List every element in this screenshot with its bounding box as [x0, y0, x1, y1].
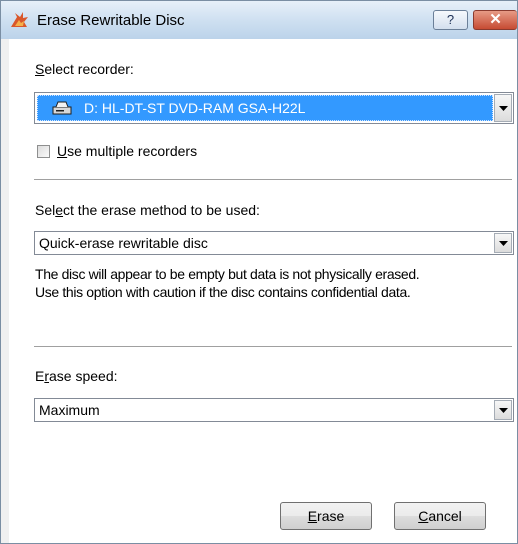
recorder-selected-item: D: HL-DT-ST DVD-RAM GSA-H22L — [37, 95, 493, 121]
help-button[interactable]: ? — [433, 10, 468, 30]
recorder-dropdown[interactable]: D: HL-DT-ST DVD-RAM GSA-H22L — [34, 92, 514, 124]
erase-method-value: Quick-erase rewritable disc — [39, 235, 208, 251]
erase-speed-label: Erase speed: — [35, 368, 118, 384]
nero-flame-icon — [11, 12, 28, 27]
multiple-recorders-label[interactable]: Use multiple recorders — [57, 143, 197, 159]
cancel-button[interactable]: Cancel — [394, 502, 486, 530]
description-line-2: Use this option with caution if the disc… — [35, 284, 411, 300]
erase-speed-value: Maximum — [39, 402, 100, 418]
close-button[interactable]: ✕ — [473, 10, 517, 30]
recorder-dropdown-arrow[interactable] — [494, 94, 512, 122]
separator — [34, 179, 512, 181]
erase-button[interactable]: Erase — [280, 502, 372, 530]
window-title: Erase Rewritable Disc — [37, 12, 185, 29]
erase-disc-dialog: Erase Rewritable Disc ? ✕ Select recorde… — [0, 0, 518, 544]
separator — [34, 346, 512, 348]
chevron-down-icon — [499, 408, 508, 413]
description-line-1: The disc will appear to be empty but dat… — [35, 266, 420, 282]
erase-method-dropdown[interactable]: Quick-erase rewritable disc — [34, 231, 514, 255]
title-bar[interactable]: Erase Rewritable Disc ? ✕ — [1, 1, 517, 39]
erase-speed-dropdown-arrow[interactable] — [494, 400, 512, 420]
erase-speed-dropdown[interactable]: Maximum — [34, 398, 514, 422]
chevron-down-icon — [499, 241, 508, 246]
select-recorder-label: Select recorder: — [35, 61, 134, 77]
multiple-recorders-checkbox[interactable] — [37, 145, 50, 158]
dialog-client-area: Select recorder: D: HL-DT-ST DVD-RAM GSA… — [9, 39, 517, 543]
recorder-selected-text: D: HL-DT-ST DVD-RAM GSA-H22L — [84, 100, 306, 116]
erase-method-description: The disc will appear to be empty but dat… — [35, 265, 515, 301]
erase-method-dropdown-arrow[interactable] — [494, 233, 512, 253]
erase-method-label: Select the erase method to be used: — [35, 202, 260, 218]
optical-drive-icon — [52, 101, 72, 115]
chevron-down-icon — [499, 106, 508, 111]
